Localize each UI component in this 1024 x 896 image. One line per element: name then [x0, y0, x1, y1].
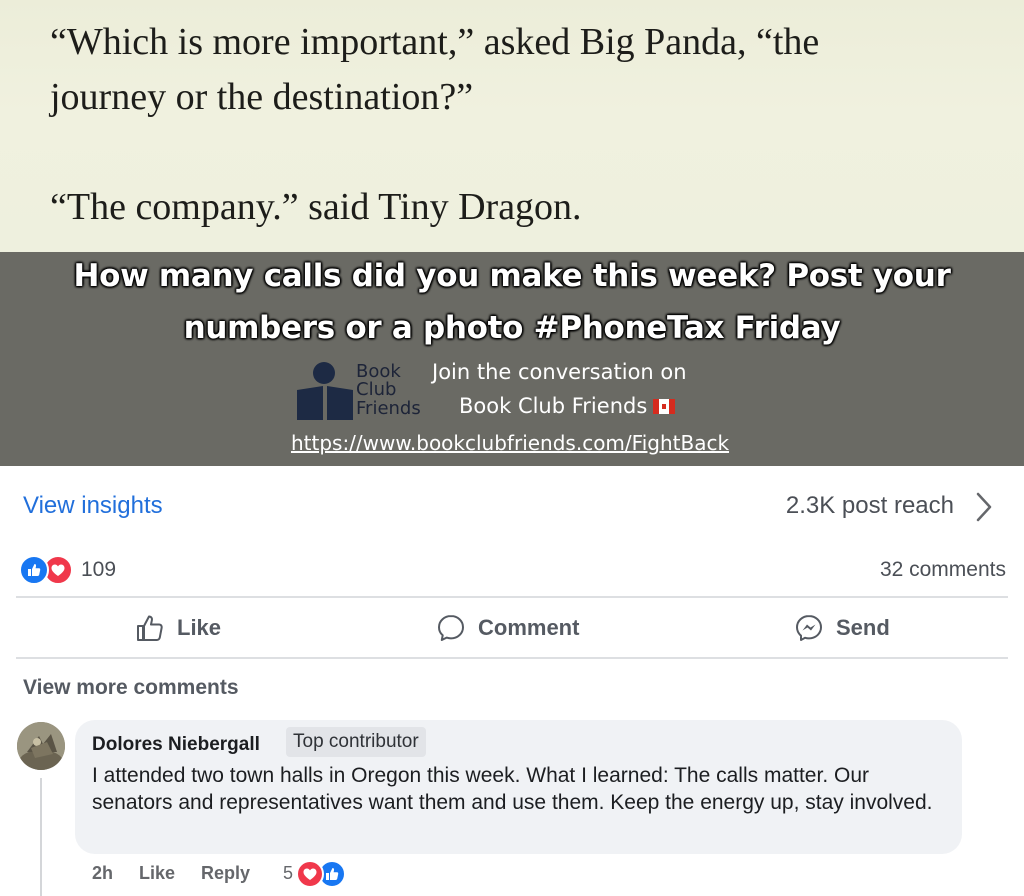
promo-banner: How many calls did you make this week? P…: [0, 252, 1024, 466]
logo-word: Club: [356, 379, 397, 400]
avatar[interactable]: [17, 722, 65, 770]
comment-author[interactable]: Dolores Niebergall: [92, 734, 260, 756]
open-book-icon: [297, 386, 353, 420]
post-reach[interactable]: 2.3K post reach: [786, 492, 954, 520]
quote-line: “The company.” said Tiny Dragon.: [50, 186, 582, 228]
comment-like-button[interactable]: Like: [139, 863, 175, 884]
banner-headline: How many calls did you make this week? P…: [73, 258, 951, 294]
insights-row[interactable]: View insights 2.3K post reach: [0, 480, 1024, 532]
reaction-count[interactable]: 109: [81, 558, 116, 582]
view-more-comments-link[interactable]: View more comments: [23, 676, 239, 700]
comments-count[interactable]: 32 comments: [880, 558, 1006, 582]
reaction-icons[interactable]: [19, 555, 77, 585]
comment-bubble-icon: [438, 614, 464, 641]
thread-line: [40, 778, 42, 896]
comment-reaction-icons[interactable]: [296, 860, 350, 888]
avatar-image: [17, 722, 65, 770]
like-button[interactable]: Like: [135, 598, 221, 657]
logo-word: Friends: [356, 398, 421, 419]
comment-label: Comment: [478, 614, 580, 640]
action-bar: Like Comment Send: [0, 598, 1024, 657]
comment-bubble[interactable]: Dolores Niebergall Top contributor I att…: [75, 720, 962, 854]
messenger-icon: [796, 614, 822, 641]
send-label: Send: [836, 614, 890, 640]
love-icon: [296, 860, 324, 888]
chevron-right-icon[interactable]: [974, 490, 994, 524]
comment-reply-button[interactable]: Reply: [201, 863, 250, 884]
like-icon: [19, 555, 49, 585]
join-text: Book Club Friends: [459, 394, 648, 418]
post-image[interactable]: “Which is more important,” asked Big Pan…: [0, 0, 1024, 466]
view-insights-link[interactable]: View insights: [23, 492, 163, 520]
divider: [16, 657, 1008, 659]
join-text: Join the conversation on: [432, 360, 687, 384]
quote-panel: “Which is more important,” asked Big Pan…: [0, 0, 1024, 252]
canada-flag-icon: [653, 399, 676, 414]
book-club-friends-logo: Book Club Friends: [293, 362, 433, 424]
join-text-line: Book Club Friends: [459, 394, 676, 418]
send-button[interactable]: Send: [794, 598, 890, 657]
comment-timestamp[interactable]: 2h: [92, 863, 113, 884]
logo-head-icon: [313, 362, 335, 384]
quote-line: “Which is more important,” asked Big Pan…: [50, 21, 820, 63]
banner-url: https://www.bookclubfriends.com/FightBac…: [290, 431, 730, 455]
top-contributor-badge: Top contributor: [286, 727, 426, 757]
thumbs-up-icon: [137, 615, 163, 641]
quote-line: journey or the destination?”: [50, 76, 474, 118]
reactions-summary[interactable]: 109 32 comments: [0, 553, 1024, 587]
comment-reaction-count[interactable]: 5: [283, 863, 293, 884]
comment-text: I attended two town halls in Oregon this…: [92, 764, 933, 814]
comment-button[interactable]: Comment: [436, 598, 579, 657]
banner-headline: numbers or a photo #PhoneTax Friday: [183, 310, 841, 346]
like-label: Like: [177, 614, 222, 640]
